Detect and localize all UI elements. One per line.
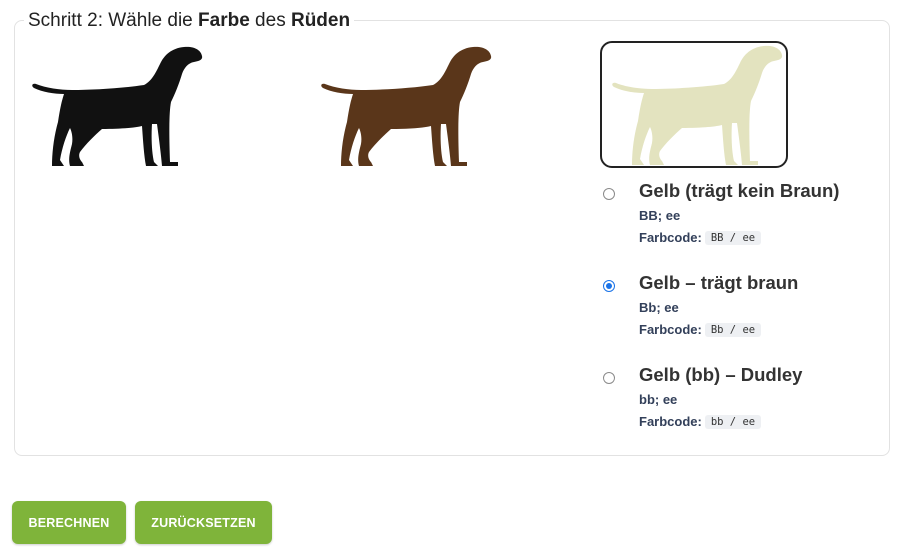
step-heading-bold-color: Farbe xyxy=(198,10,250,31)
color-code-chip: BB / ee xyxy=(704,231,762,245)
dog-black-option[interactable] xyxy=(24,44,208,168)
color-code-chip: bb / ee xyxy=(704,415,762,429)
color-code-label: Farbcode: xyxy=(639,230,702,245)
dog-yellow-option-selected[interactable] xyxy=(600,41,788,168)
color-code-label: Farbcode: xyxy=(639,414,702,429)
option-genotype: Bb; ee xyxy=(639,300,679,315)
color-code-chip: Bb / ee xyxy=(704,323,762,337)
option-genotype: BB; ee xyxy=(639,208,681,223)
step-heading-middle: des xyxy=(249,10,291,31)
radio-button[interactable] xyxy=(603,188,615,200)
option-genotype: bb; ee xyxy=(639,392,678,407)
color-code-label: Farbcode: xyxy=(639,322,702,337)
dog-silhouette-icon xyxy=(612,45,783,165)
option-color-code: Farbcode: bb / ee xyxy=(639,414,762,429)
dog-silhouette-icon xyxy=(321,46,492,166)
option-title: Gelb – trägt braun xyxy=(639,272,799,293)
dog-silhouette-icon xyxy=(32,46,203,166)
option-color-code: Farbcode: Bb / ee xyxy=(639,322,762,337)
step-heading-bold-male: Rüden xyxy=(290,10,351,31)
radio-button-checked[interactable] xyxy=(603,280,615,292)
option-color-code: Farbcode: BB / ee xyxy=(639,230,762,245)
step-heading: Schritt 2: Wähle die Farbe des Rüden xyxy=(24,9,355,33)
radio-button[interactable] xyxy=(603,372,615,384)
step-heading-prefix: Schritt 2: Wähle die xyxy=(28,10,199,31)
option-title: Gelb (trägt kein Braun) xyxy=(639,180,840,201)
reset-button[interactable]: ZURÜCKSETZEN xyxy=(135,501,272,544)
option-title: Gelb (bb) – Dudley xyxy=(639,364,803,385)
dog-brown-option[interactable] xyxy=(313,44,497,168)
calculate-button[interactable]: BERECHNEN xyxy=(12,501,126,544)
